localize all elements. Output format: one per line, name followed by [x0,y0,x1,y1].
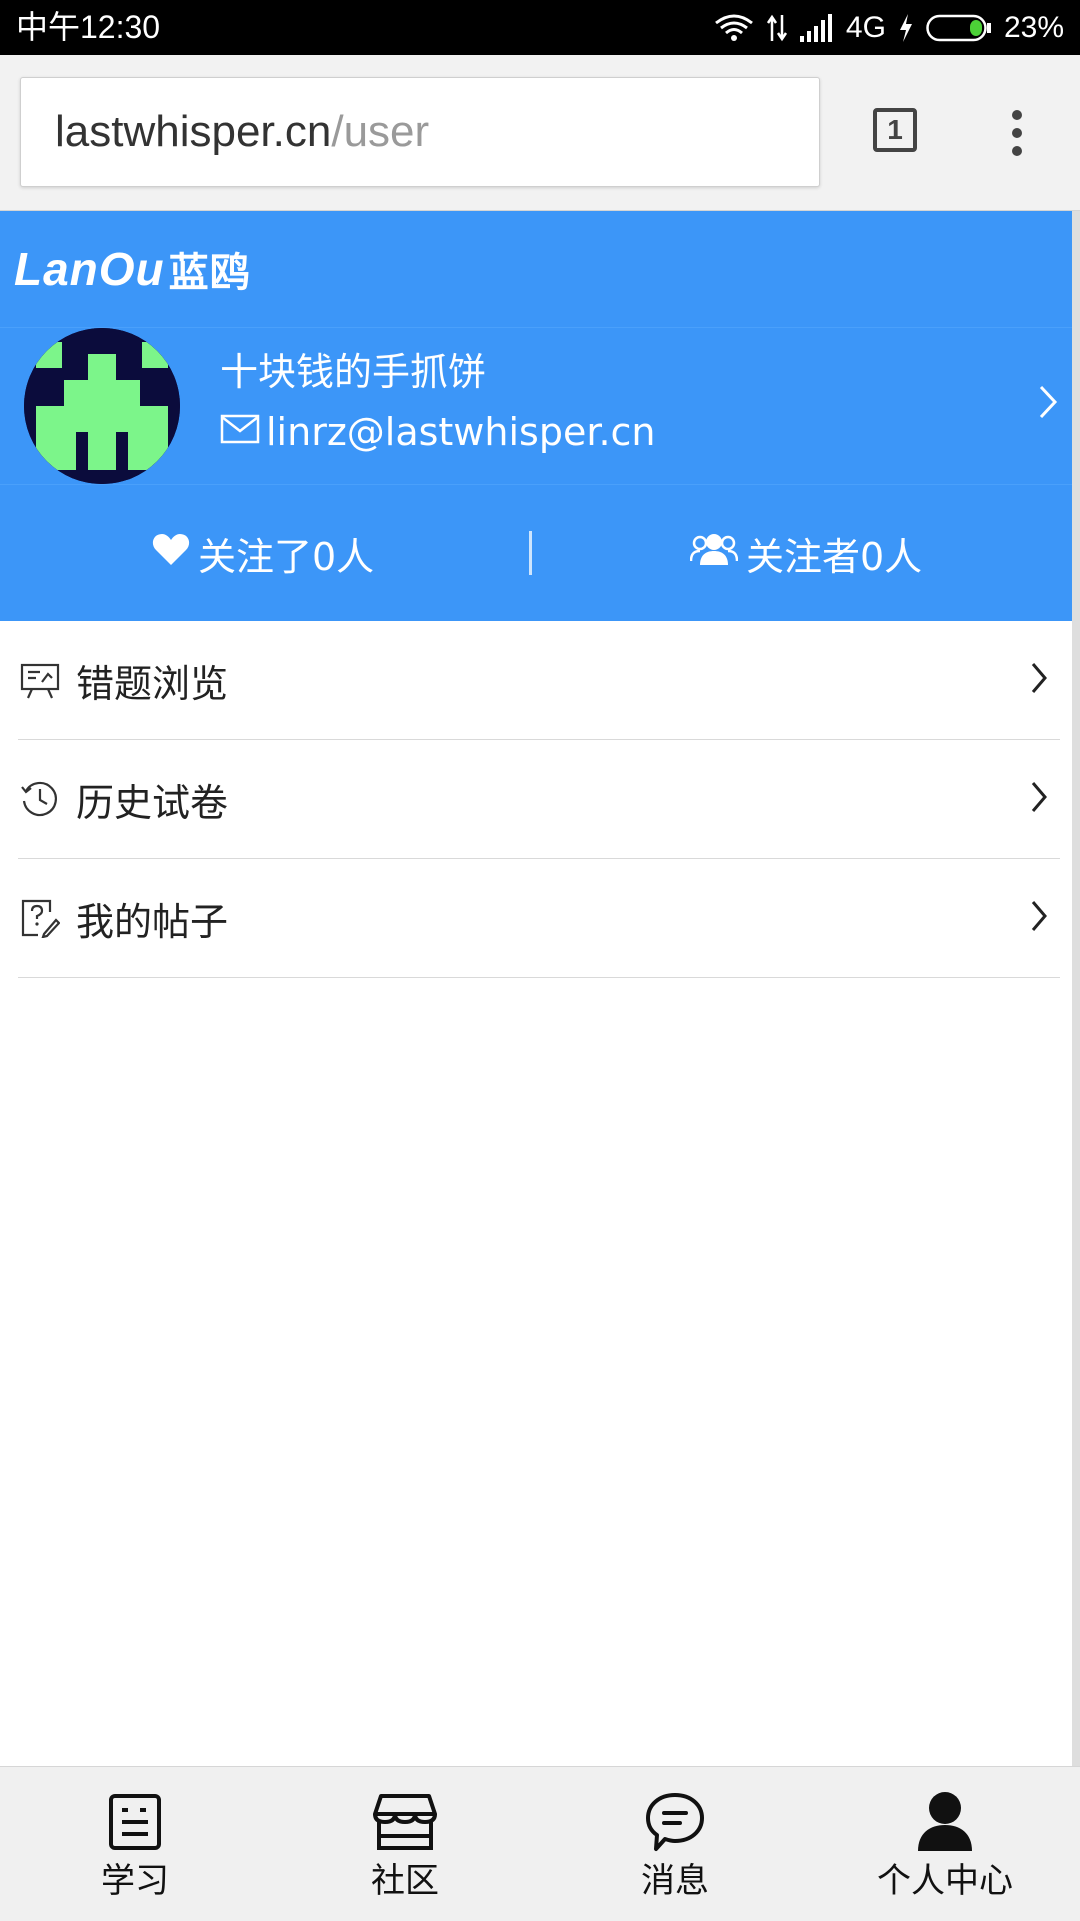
wifi-icon [714,13,754,43]
charging-icon [898,14,914,42]
profile-menu: 错题浏览 历史试卷 我的帖子 [0,621,1072,978]
followers-count[interactable]: 关注者0人 [689,485,923,621]
overflow-menu-icon[interactable] [1000,107,1034,159]
chevron-right-icon [1030,899,1048,937]
url-host: lastwhisper.cn [55,107,332,156]
status-icons: 4G 23% [714,8,1064,48]
menu-label: 我的帖子 [76,899,229,944]
menu-label: 错题浏览 [76,661,229,706]
bottom-nav: 学习 社区 消息 个人中心 [0,1766,1080,1921]
nav-tab-messages[interactable]: 消息 [540,1767,810,1921]
following-count[interactable]: 关注了0人 [152,485,374,621]
menu-label: 历史试卷 [76,780,229,825]
data-transfer-icon [766,13,788,43]
logo-chinese: 蓝鸥 [168,251,251,295]
user-email-row: linrz@lastwhisper.cn [220,408,656,456]
avatar[interactable] [24,328,180,484]
url-path: /user [331,107,430,156]
brand-logo: LanOu 蓝鸥 [14,233,251,305]
address-bar[interactable]: lastwhisper.cn/user [20,77,820,187]
nav-tab-profile[interactable]: 个人中心 [810,1767,1080,1921]
signal-icon [799,14,834,42]
followers-label: 关注者0人 [746,534,923,579]
store-icon [373,1789,437,1855]
nav-label: 社区 [371,1861,439,1901]
presentation-icon [20,660,60,700]
chevron-right-icon [1030,780,1048,818]
follow-divider [529,531,532,575]
logo-latin: LanOu [14,243,165,295]
history-icon [20,779,60,819]
notebook-icon [107,1789,163,1855]
nav-label: 学习 [101,1861,169,1901]
status-time: 中午12:30 [16,9,161,45]
brand-bar: LanOu 蓝鸥 [0,211,1072,328]
chevron-right-icon [1038,384,1058,424]
network-type: 4G [845,11,886,44]
post-edit-icon [20,898,60,938]
battery-percent: 23% [1003,11,1064,44]
following-label: 关注了0人 [198,534,375,579]
mail-icon [220,410,260,454]
nav-tab-community[interactable]: 社区 [270,1767,540,1921]
follow-stats: 关注了0人 关注者0人 [0,485,1072,621]
page-scrollbar[interactable] [1072,211,1080,1766]
menu-item-wrong-questions[interactable]: 错题浏览 [18,621,1060,740]
group-icon [689,531,739,576]
nav-label: 个人中心 [877,1861,1013,1901]
menu-item-history-papers[interactable]: 历史试卷 [18,740,1060,859]
chat-bubble-icon [644,1789,706,1855]
battery-icon [926,14,992,42]
person-icon [916,1789,974,1855]
nav-label: 消息 [641,1861,709,1901]
status-bar: 中午12:30 4G 23% [0,0,1080,55]
tab-switcher-button[interactable]: 1 [873,108,917,152]
chevron-right-icon [1030,661,1048,699]
browser-toolbar: lastwhisper.cn/user 1 [0,55,1080,211]
user-name: 十块钱的手抓饼 [220,350,487,394]
profile-card[interactable]: 十块钱的手抓饼 linrz@lastwhisper.cn [0,328,1072,485]
pixel-identicon [24,328,180,484]
user-email: linrz@lastwhisper.cn [266,410,656,454]
menu-item-my-posts[interactable]: 我的帖子 [18,859,1060,978]
heart-icon [152,531,190,575]
nav-tab-study[interactable]: 学习 [0,1767,270,1921]
